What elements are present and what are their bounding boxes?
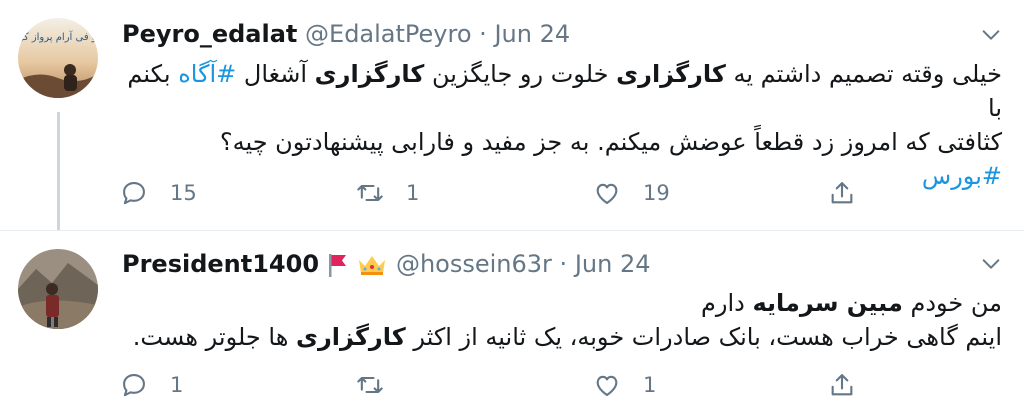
author-handle[interactable]: @hossein63r — [396, 250, 552, 278]
reply-icon — [123, 182, 145, 205]
reply-count: 15 — [170, 181, 197, 205]
like-icon — [596, 183, 618, 204]
crown-icon — [359, 256, 386, 275]
tweet-line: من خودم مبین سرمایه دارم — [701, 289, 1002, 317]
hashtag-link[interactable]: #بورس — [922, 162, 1002, 190]
tweet[interactable]: President1400 @hossein63r · Jun 24 من خو… — [0, 231, 1024, 418]
author-name[interactable]: Peyro_edalat — [122, 20, 297, 48]
tweet-date[interactable]: Jun 24 — [494, 20, 570, 48]
author-name[interactable]: President1400 — [122, 250, 319, 278]
tweet-line: اینم گاهی خراب هست، بانک صادرات خوبه، یک… — [132, 323, 1002, 351]
author-handle[interactable]: @EdalatPeyro — [305, 20, 472, 48]
avatar[interactable] — [18, 249, 98, 329]
tweet-header: Peyro_edalat @EdalatPeyro · Jun 24 — [122, 18, 570, 50]
reply-count: 1 — [170, 373, 184, 397]
red-flag-icon — [328, 254, 346, 277]
like-button[interactable]: 1 — [593, 369, 656, 401]
reply-button[interactable]: 15 — [120, 177, 197, 209]
chevron-down-icon[interactable] — [980, 24, 1002, 46]
thread-line — [57, 112, 60, 230]
separator: · — [479, 20, 487, 48]
tweet-header: President1400 @hossein63r · Jun 24 — [122, 248, 651, 280]
retweet-count: 1 — [406, 181, 420, 205]
like-count: 19 — [643, 181, 670, 205]
chevron-down-icon[interactable] — [980, 253, 1002, 275]
separator: · — [559, 250, 568, 278]
retweet-button[interactable] — [356, 369, 406, 401]
share-button[interactable] — [828, 369, 856, 401]
tweet[interactable]: تو فی آرام پرواز کن Peyro_edalat @Edalat… — [0, 0, 1024, 231]
tweet-line: کثافتی که امروز زد قطعاً عوضش میکنم. به … — [219, 128, 1002, 156]
like-count: 1 — [643, 373, 657, 397]
tweet-actions: 1 1 — [120, 369, 860, 401]
hashtag-link[interactable]: #آگاه — [178, 60, 236, 88]
tweet-text: من خودم مبین سرمایه دارم اینم گاهی خراب … — [120, 286, 1002, 354]
tweet-text: خیلی وقته تصمیم داشتم یه کارگزاری خلوت ر… — [120, 57, 1002, 193]
tweet-line: خیلی وقته تصمیم داشتم یه کارگزاری خلوت ر… — [127, 60, 1002, 122]
like-icon — [596, 375, 618, 396]
reply-icon — [123, 374, 145, 397]
share-icon — [831, 374, 853, 396]
retweet-button[interactable]: 1 — [356, 177, 419, 209]
avatar[interactable]: تو فی آرام پرواز کن — [18, 18, 98, 98]
reply-button[interactable]: 1 — [120, 369, 183, 401]
share-button[interactable] — [828, 177, 856, 209]
tweet-date[interactable]: Jun 24 — [575, 250, 651, 278]
like-button[interactable]: 19 — [593, 177, 670, 209]
retweet-icon — [357, 376, 383, 394]
share-icon — [831, 182, 853, 204]
retweet-icon — [357, 184, 383, 202]
avatar-text: تو فی آرام پرواز کن — [18, 30, 98, 43]
tweet-actions: 15 1 19 — [120, 177, 860, 209]
